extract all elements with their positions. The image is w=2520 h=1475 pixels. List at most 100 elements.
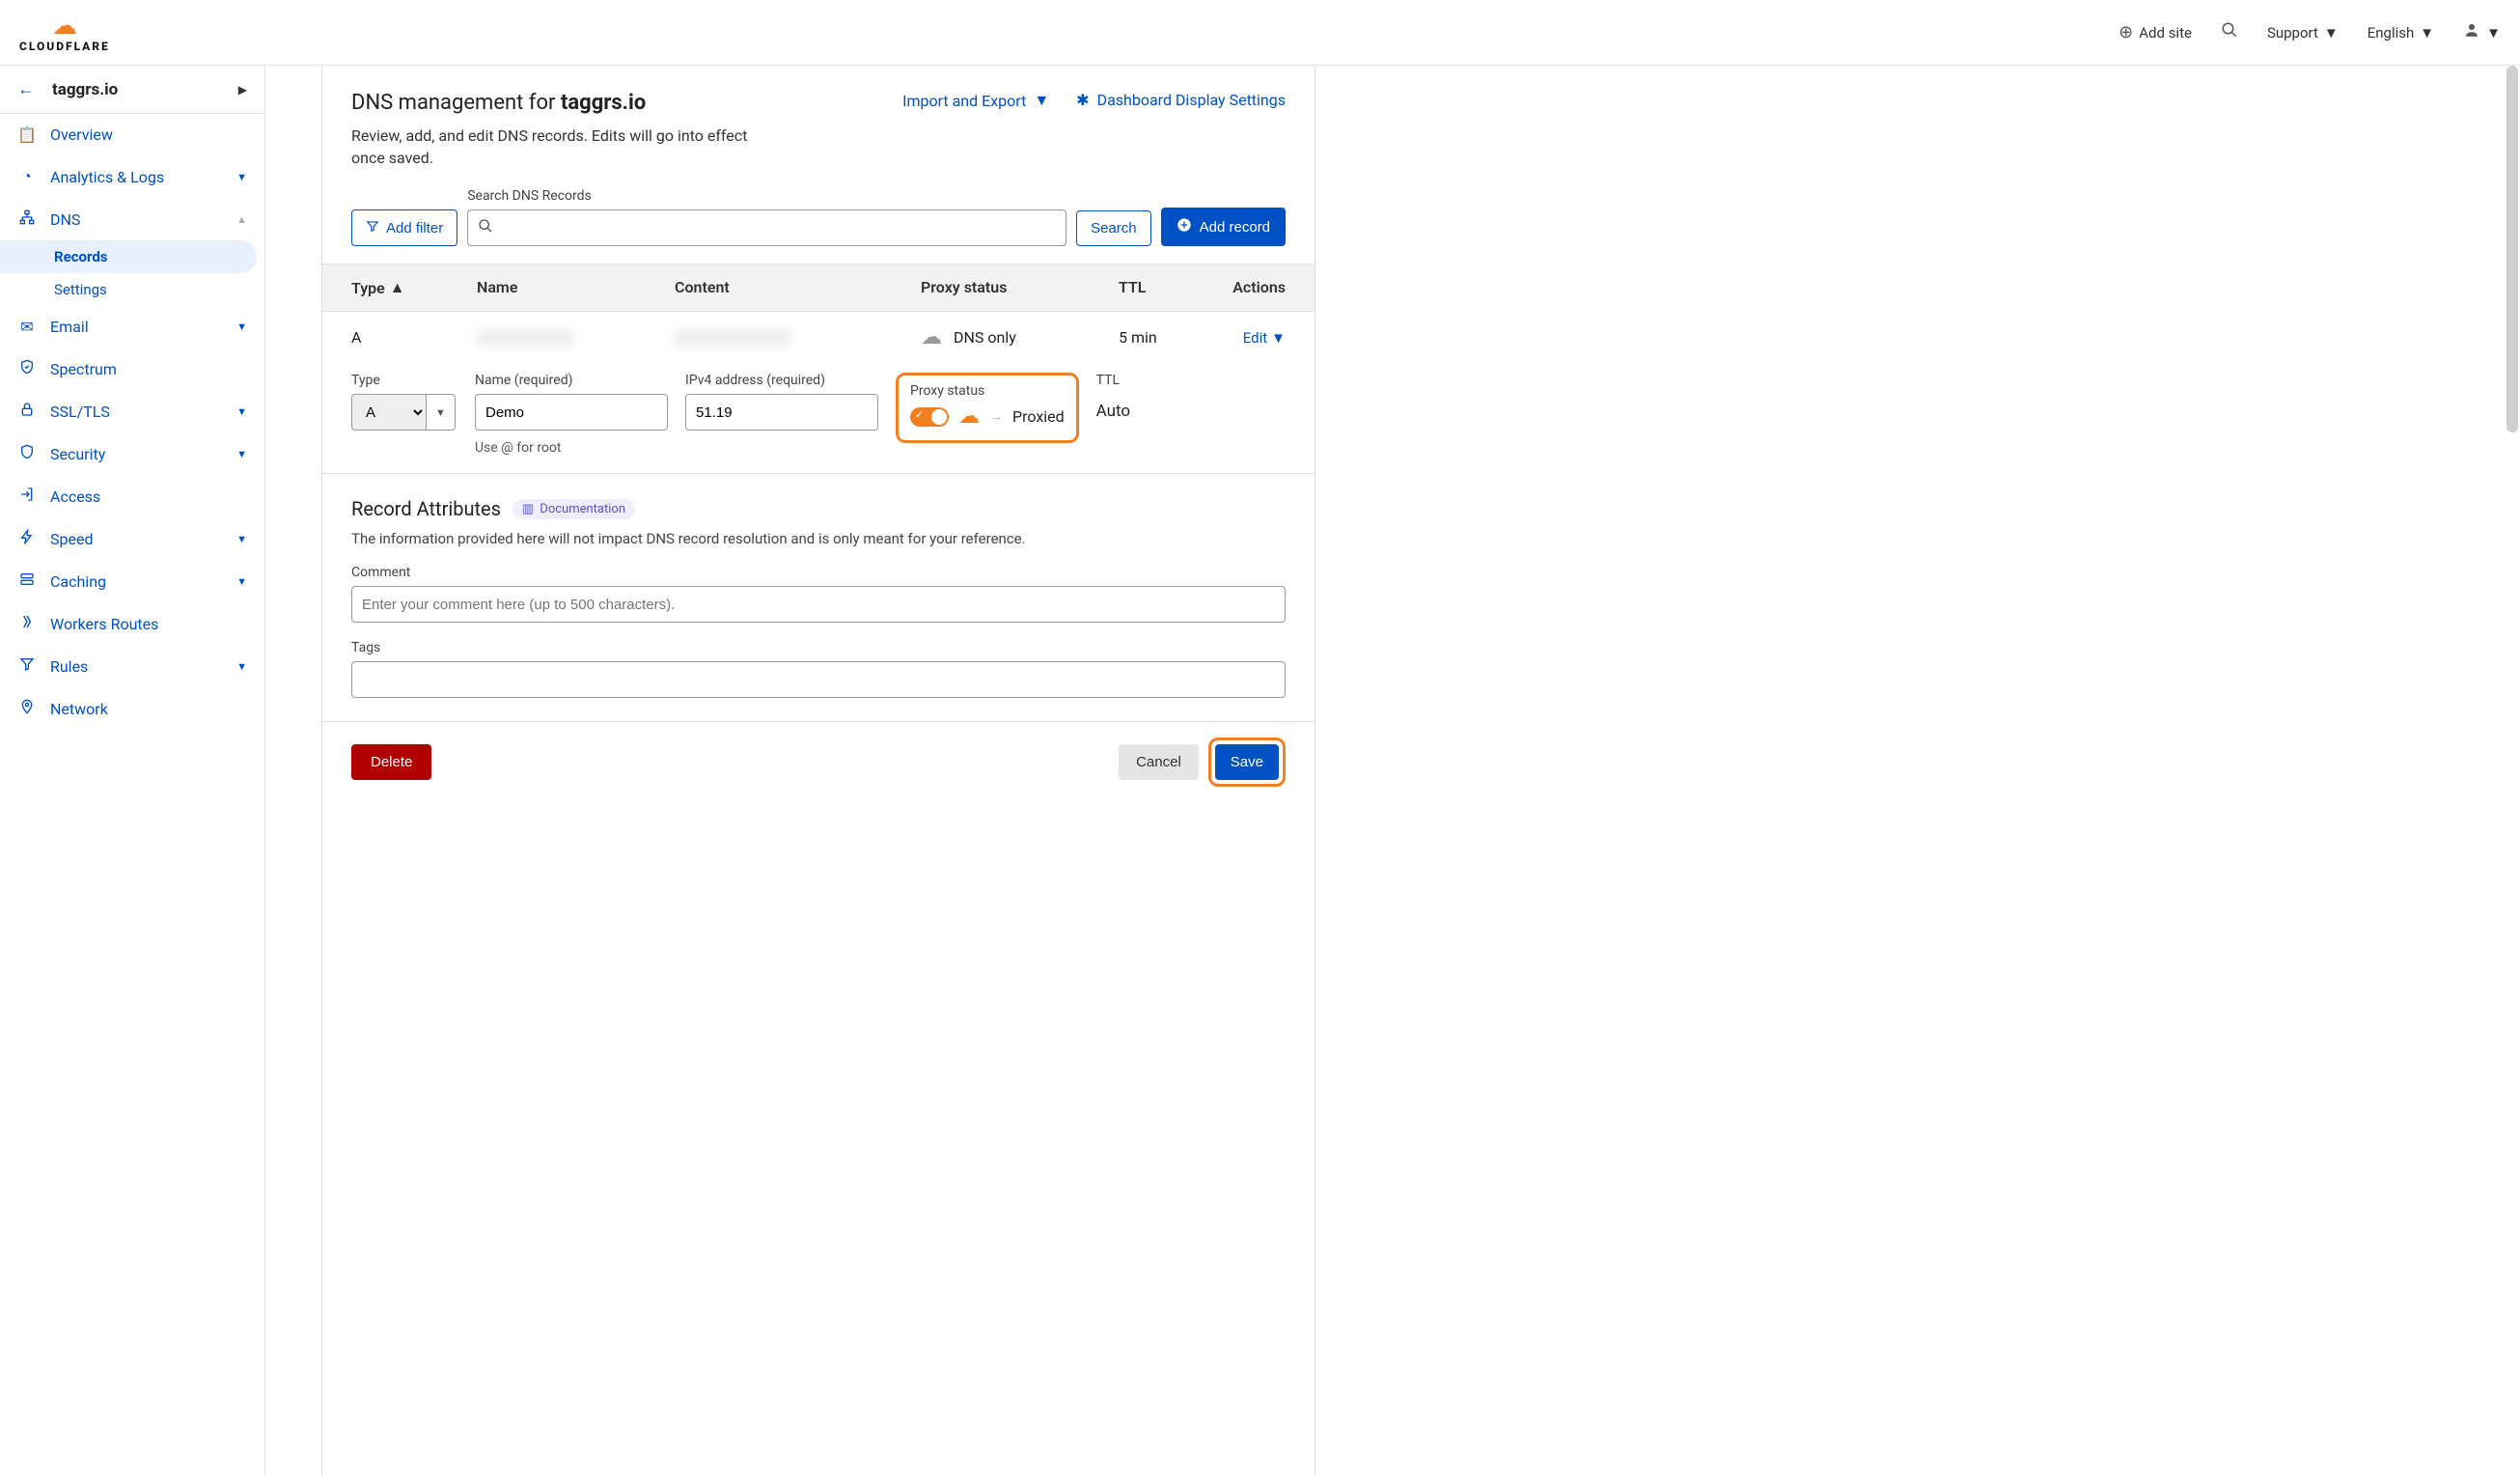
book-icon: ▥ bbox=[522, 502, 534, 516]
proxy-toggle[interactable] bbox=[910, 407, 949, 427]
sidebar-item-workers[interactable]: Workers Routes bbox=[0, 602, 264, 645]
col-header-proxy[interactable]: Proxy status bbox=[921, 278, 1119, 297]
col-header-actions: Actions bbox=[1215, 278, 1286, 297]
documentation-link[interactable]: ▥ Documentation bbox=[512, 499, 635, 519]
language-menu[interactable]: English ▼ bbox=[2368, 24, 2434, 42]
sidebar-item-label: Speed bbox=[50, 530, 93, 548]
page-subtitle: Review, add, and edit DNS records. Edits… bbox=[351, 125, 757, 169]
field-label-ttl: TTL bbox=[1096, 373, 1130, 388]
arrow-right-icon: → bbox=[989, 408, 1003, 425]
table-header: Type ▲ Name Content Proxy status TTL Act… bbox=[322, 264, 1315, 312]
sidebar-subitem-settings[interactable]: Settings bbox=[0, 273, 264, 306]
delete-button[interactable]: Delete bbox=[351, 744, 431, 780]
plus-circle-icon: ⊕ bbox=[2118, 22, 2133, 42]
add-site-label: Add site bbox=[2139, 24, 2192, 42]
add-site-link[interactable]: ⊕ Add site bbox=[2118, 22, 2192, 42]
chevron-down-icon: ▼ bbox=[236, 575, 247, 588]
chevron-down-icon: ▼ bbox=[2420, 24, 2434, 42]
sidebar-item-caching[interactable]: Caching ▼ bbox=[0, 560, 264, 602]
sidebar-item-label: Analytics & Logs bbox=[50, 168, 164, 186]
sidebar-item-label: Access bbox=[50, 487, 100, 506]
search-icon bbox=[478, 218, 493, 237]
account-menu[interactable]: ▼ bbox=[2463, 21, 2501, 43]
sidebar-subitem-records[interactable]: Records bbox=[0, 240, 257, 273]
lock-icon bbox=[17, 402, 37, 421]
tags-input[interactable] bbox=[351, 661, 1286, 698]
sidebar-item-overview[interactable]: 📋 Overview bbox=[0, 114, 264, 155]
scrollbar[interactable] bbox=[2506, 66, 2518, 432]
chevron-down-icon: ▼ bbox=[1034, 91, 1049, 110]
chevron-right-icon[interactable]: ▶ bbox=[238, 83, 247, 97]
support-menu[interactable]: Support ▼ bbox=[2267, 24, 2339, 42]
col-header-content[interactable]: Content bbox=[675, 278, 921, 297]
cell-ttl: 5 min bbox=[1119, 328, 1215, 347]
proxied-label: Proxied bbox=[1012, 407, 1065, 426]
sidebar-item-ssl[interactable]: SSL/TLS ▼ bbox=[0, 390, 264, 432]
sort-asc-icon: ▲ bbox=[390, 278, 405, 297]
sidebar-item-dns[interactable]: DNS ▲ bbox=[0, 198, 264, 240]
clipboard-icon: 📋 bbox=[17, 125, 37, 144]
sidebar-item-spectrum[interactable]: Spectrum bbox=[0, 348, 264, 390]
filter-icon bbox=[366, 219, 379, 237]
button-label: Delete bbox=[371, 754, 412, 770]
search-button[interactable]: Search bbox=[1076, 210, 1151, 246]
cloud-icon: ☁ bbox=[52, 14, 77, 39]
sidebar-item-email[interactable]: ✉ Email ▼ bbox=[0, 306, 264, 348]
button-label: Add record bbox=[1200, 219, 1270, 236]
name-input[interactable] bbox=[475, 394, 668, 431]
ip-input[interactable] bbox=[685, 394, 878, 431]
type-select[interactable]: A bbox=[351, 394, 427, 431]
field-label-name: Name (required) bbox=[475, 373, 668, 388]
button-label: Add filter bbox=[386, 220, 443, 237]
gear-icon: ✱ bbox=[1076, 91, 1089, 109]
chevron-up-icon: ▲ bbox=[236, 213, 247, 226]
bolt-icon bbox=[17, 529, 37, 548]
sidebar-item-access[interactable]: Access bbox=[0, 475, 264, 517]
sidebar-item-label: Workers Routes bbox=[50, 615, 158, 633]
import-export-link[interactable]: Import and Export ▼ bbox=[902, 91, 1049, 110]
workers-icon bbox=[17, 614, 37, 633]
chevron-down-icon: ▼ bbox=[236, 405, 247, 418]
select-dropdown-button[interactable]: ▼ bbox=[427, 394, 456, 431]
sitemap-icon bbox=[17, 209, 37, 229]
sidebar-item-analytics[interactable]: ◔ Analytics & Logs ▼ bbox=[0, 155, 264, 198]
sidebar-item-network[interactable]: Network bbox=[0, 687, 264, 730]
sidebar-item-rules[interactable]: Rules ▼ bbox=[0, 645, 264, 687]
sidebar-item-label: SSL/TLS bbox=[50, 403, 110, 421]
plus-circle-icon bbox=[1177, 217, 1192, 237]
edit-panel: Type A ▼ Name (required) Use @ for root … bbox=[322, 363, 1315, 474]
comment-input[interactable] bbox=[351, 586, 1286, 623]
col-header-name[interactable]: Name bbox=[477, 278, 675, 297]
add-record-button[interactable]: Add record bbox=[1161, 208, 1286, 246]
cell-proxy: ☁ DNS only bbox=[921, 325, 1119, 349]
save-highlight: Save bbox=[1208, 738, 1286, 787]
app-header: ☁ CLOUDFLARE ⊕ Add site Support ▼ Englis… bbox=[0, 0, 2520, 66]
cloud-on-icon: ☁ bbox=[958, 404, 980, 429]
field-label-ip: IPv4 address (required) bbox=[685, 373, 878, 388]
back-arrow-icon[interactable]: ← bbox=[17, 79, 35, 99]
sidebar-item-speed[interactable]: Speed ▼ bbox=[0, 517, 264, 560]
sidebar-item-label: Settings bbox=[54, 281, 107, 298]
sidebar-item-label: DNS bbox=[50, 210, 80, 229]
database-icon bbox=[17, 571, 37, 591]
col-header-type[interactable]: Type ▲ bbox=[351, 278, 477, 297]
display-settings-link[interactable]: ✱ Dashboard Display Settings bbox=[1076, 91, 1286, 109]
search-label: Search DNS Records bbox=[467, 188, 1066, 204]
col-header-ttl[interactable]: TTL bbox=[1119, 278, 1215, 297]
shield-icon bbox=[17, 444, 37, 463]
search-input[interactable] bbox=[501, 220, 1056, 237]
save-button[interactable]: Save bbox=[1215, 744, 1279, 780]
language-label: English bbox=[2368, 24, 2415, 42]
table-row: A ☁ DNS only 5 min Edit ▼ bbox=[322, 312, 1315, 363]
sidebar-item-label: Overview bbox=[50, 125, 113, 144]
brand-logo[interactable]: ☁ CLOUDFLARE bbox=[19, 14, 110, 52]
add-filter-button[interactable]: Add filter bbox=[351, 209, 457, 246]
edit-link[interactable]: Edit ▼ bbox=[1215, 329, 1286, 347]
chevron-down-icon: ▼ bbox=[236, 533, 247, 545]
cell-content bbox=[675, 329, 921, 347]
header-search-button[interactable] bbox=[2221, 21, 2238, 43]
proxy-status-field: Proxy status ☁ → Proxied bbox=[896, 373, 1079, 443]
sidebar-item-security[interactable]: Security ▼ bbox=[0, 432, 264, 475]
sidebar: ← taggrs.io ▶ 📋 Overview ◔ Analytics & L… bbox=[0, 66, 265, 1475]
cancel-button[interactable]: Cancel bbox=[1119, 744, 1199, 780]
